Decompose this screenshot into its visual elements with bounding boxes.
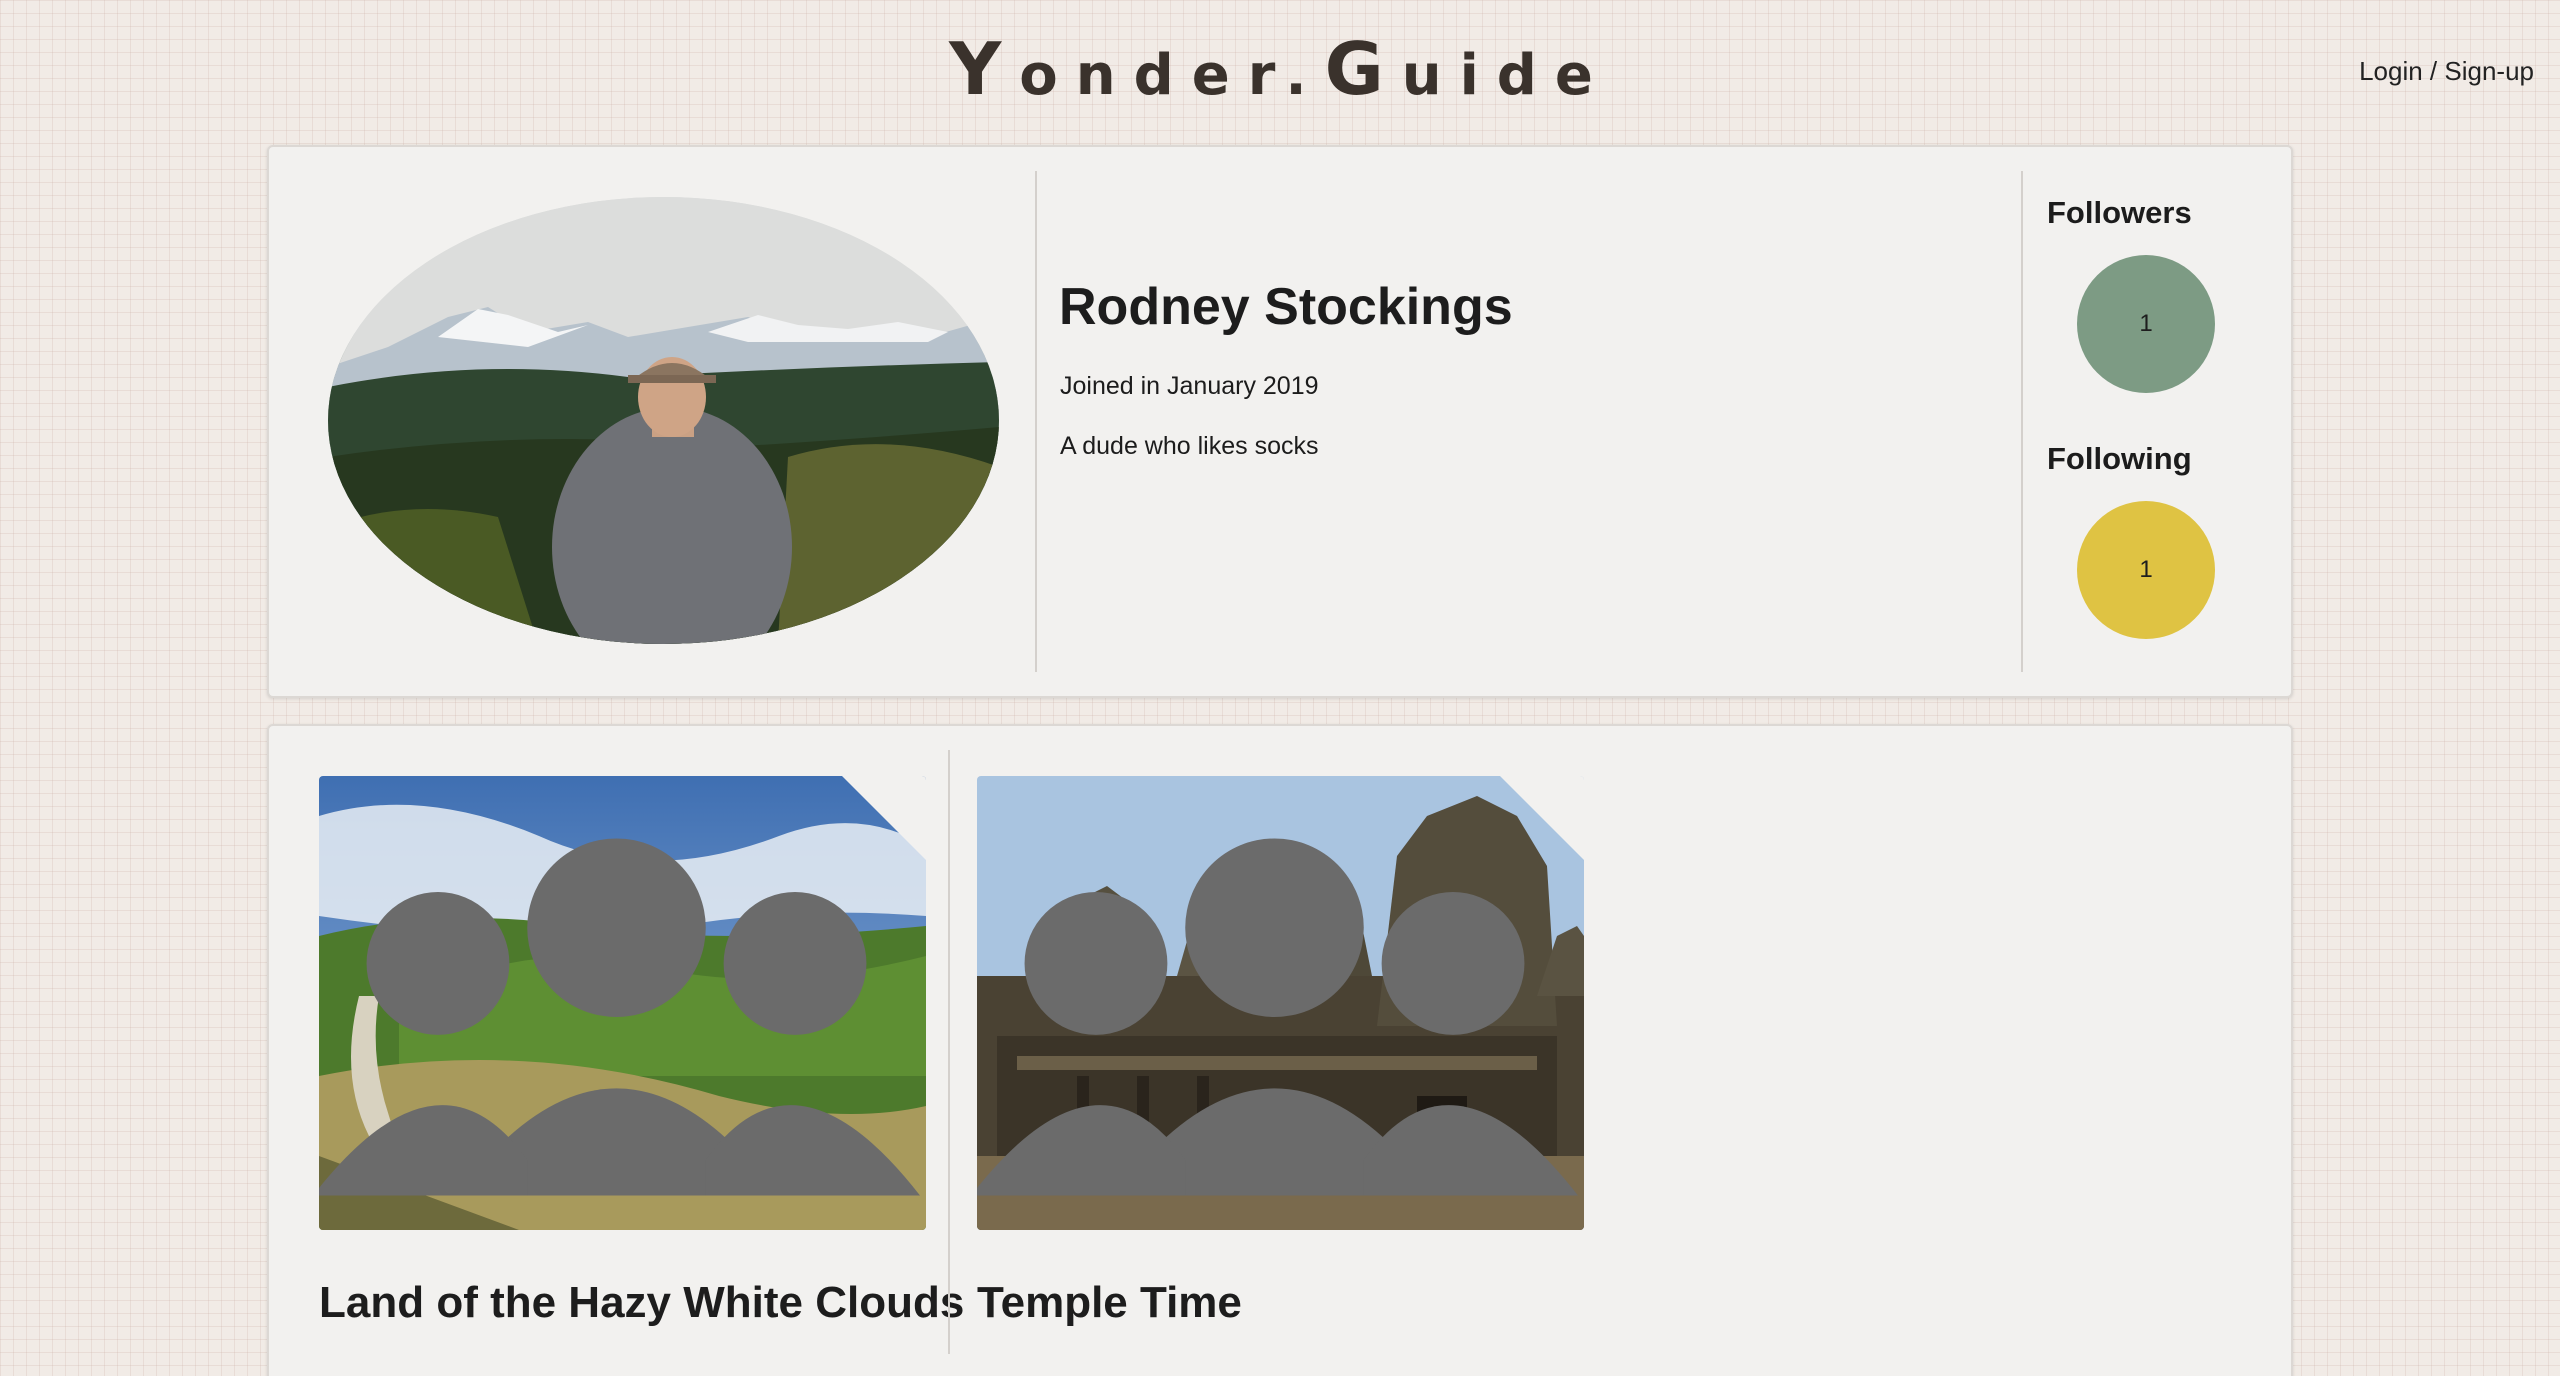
logo-text-uide: uide — [1401, 43, 1611, 108]
profile-divider-left — [1035, 171, 1037, 672]
logo-letter-g: G — [1324, 27, 1402, 111]
trip-card-title-1[interactable]: Land of the Hazy White Clouds — [319, 1278, 964, 1328]
followers-label: Followers — [2047, 195, 2192, 230]
following-count-badge[interactable]: 1 — [2077, 501, 2215, 639]
profile-bio: A dude who likes socks — [1060, 432, 1319, 460]
trip-card-image-1[interactable] — [319, 776, 926, 1230]
logo-text-onder: onder. — [1019, 43, 1325, 108]
trips-panel: Land of the Hazy White Clouds Temple Tim… — [267, 724, 2293, 1376]
following-label: Following — [2047, 441, 2192, 476]
profile-joined-date: Joined in January 2019 — [1060, 372, 1319, 400]
profile-name: Rodney Stockings — [1059, 278, 1513, 336]
profile-avatar — [328, 197, 999, 644]
profile-divider-right — [2021, 171, 2023, 672]
site-logo[interactable]: Yonder.Guide — [0, 14, 2560, 131]
followers-count-badge[interactable]: 1 — [2077, 255, 2215, 393]
trip-card-divider — [948, 750, 950, 1354]
group-icon — [319, 838, 920, 1196]
avatar-photo — [328, 197, 999, 644]
trip-card-image-2[interactable] — [977, 776, 1584, 1230]
followers-count: 1 — [2139, 310, 2153, 337]
profile-panel: Rodney Stockings Joined in January 2019 … — [267, 145, 2293, 698]
logo-letter-y: Y — [949, 27, 1020, 111]
following-count: 1 — [2139, 556, 2153, 583]
trip-card-title-2[interactable]: Temple Time — [977, 1278, 1242, 1328]
group-icon — [977, 838, 1578, 1196]
login-signup-link[interactable]: Login / Sign-up — [2359, 56, 2534, 87]
